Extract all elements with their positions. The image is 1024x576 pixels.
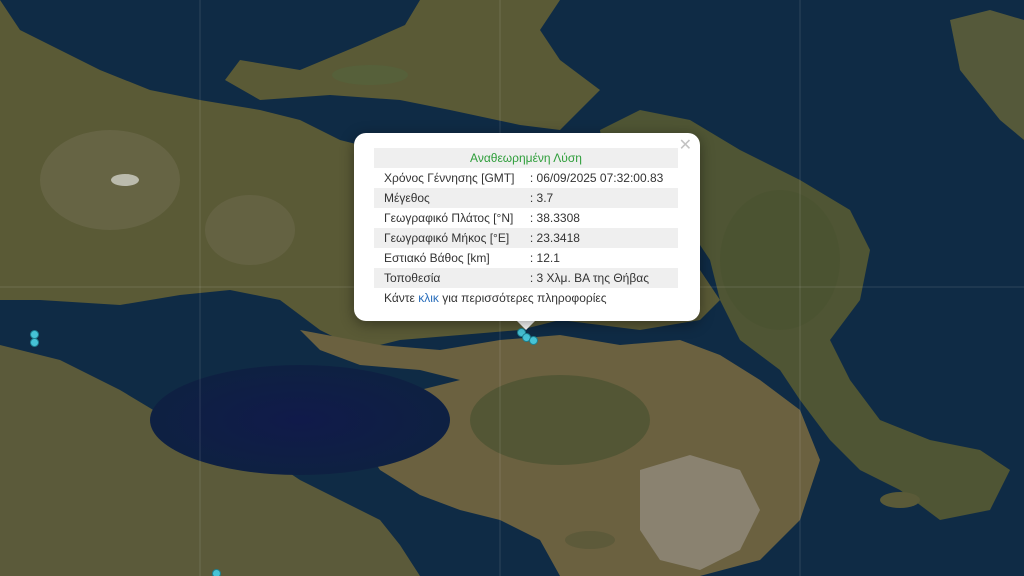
earthquake-info-table: Αναθεωρημένη Λύση Χρόνος Γέννησης [GMT] … <box>374 148 678 308</box>
more-info-link[interactable]: κλικ <box>418 291 439 305</box>
latitude-value: : 38.3308 <box>529 211 580 225</box>
popup-title: Αναθεωρημένη Λύση <box>374 148 678 168</box>
popup-tip <box>516 320 536 330</box>
more-info-prefix: Κάντε <box>384 291 419 305</box>
depth-label: Εστιακό Βάθος [km] <box>384 251 490 265</box>
island <box>565 531 615 549</box>
location-label: Τοποθεσία <box>374 268 530 288</box>
forest-area <box>470 375 650 465</box>
snow-peak <box>111 174 139 186</box>
latitude-label: Γεωγραφικό Πλάτος [°N] <box>384 211 514 225</box>
island <box>880 492 920 508</box>
longitude-value: : 23.3418 <box>529 228 678 248</box>
more-info-text: Κάντε κλικ για περισσότερες πληροφορίες <box>374 288 678 308</box>
magnitude-label: Μέγεθος <box>374 188 530 208</box>
longitude-label: Γεωγραφικό Μήκος [°E] <box>374 228 530 248</box>
close-icon[interactable]: ✕ <box>679 137 692 153</box>
location-value: : 3 Χλμ. ΒΑ της Θήβας <box>529 268 678 288</box>
earthquake-info-popup: ✕ Αναθεωρημένη Λύση Χρόνος Γέννησης [GMT… <box>354 133 700 321</box>
mountain-area <box>40 130 180 230</box>
earthquake-marker[interactable] <box>30 338 39 347</box>
depth-value: : 12.1 <box>529 251 560 265</box>
corinthian-gulf <box>150 365 450 475</box>
island <box>332 65 408 85</box>
magnitude-value: : 3.7 <box>529 188 678 208</box>
origin-time-label: Χρόνος Γέννησης [GMT] <box>384 171 515 185</box>
forest-area <box>720 190 840 330</box>
mountain-area <box>205 195 295 265</box>
earthquake-marker[interactable] <box>212 569 221 576</box>
origin-time-value: : 06/09/2025 07:32:00.83 <box>529 171 664 185</box>
more-info-suffix: για περισσότερες πληροφορίες <box>438 291 607 305</box>
earthquake-marker[interactable] <box>529 336 538 345</box>
